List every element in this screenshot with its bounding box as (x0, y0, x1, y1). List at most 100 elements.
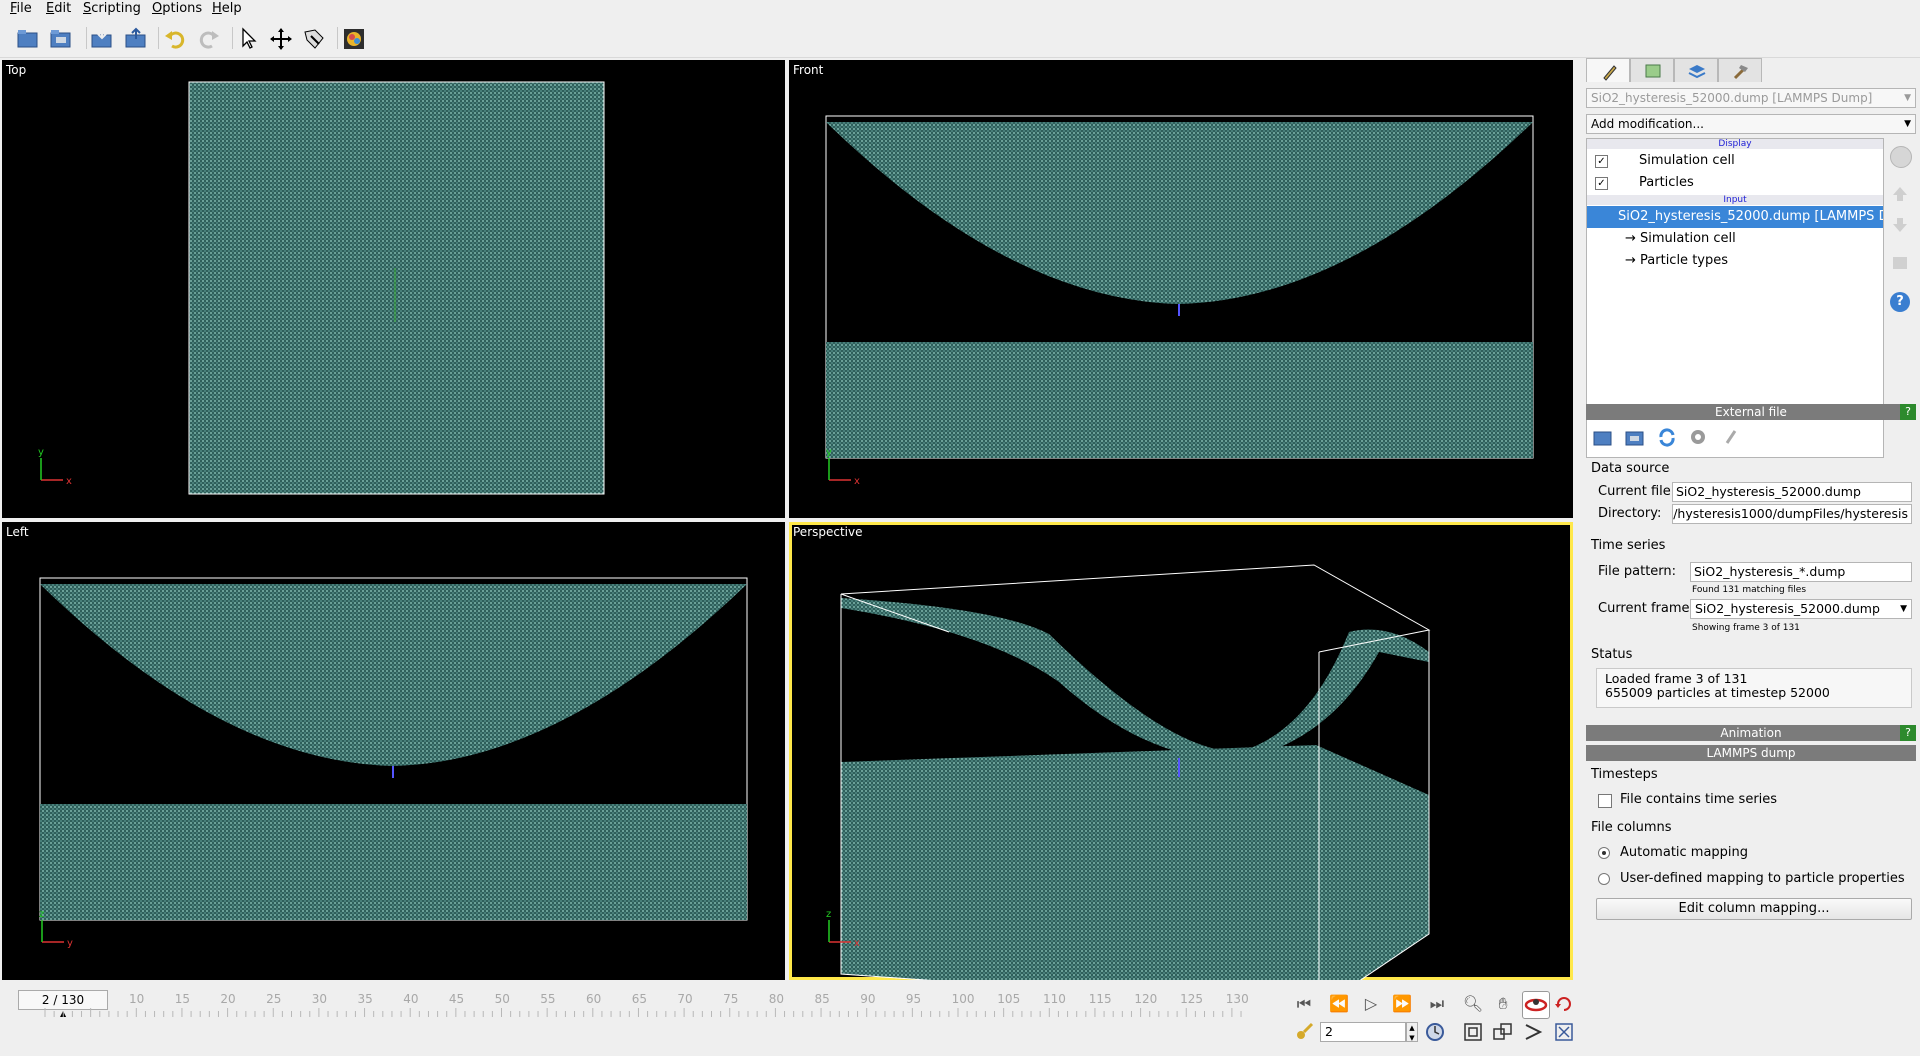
undo-icon[interactable] (162, 26, 188, 52)
status-line: Loaded frame 3 of 131 (1605, 671, 1748, 686)
current-frame-label: Current frame: (1598, 601, 1694, 616)
tick-label: 15 (174, 992, 190, 1006)
particle-slab (188, 81, 605, 495)
zoom-icon[interactable]: 🔍︎ (1462, 993, 1484, 1015)
command-panel: SiO2_hysteresis_52000.dump [LAMMPS Dump]… (1586, 58, 1920, 930)
status-box: Loaded frame 3 of 131 655009 particles a… (1596, 668, 1912, 708)
file-pattern-input[interactable]: SiO2_hysteresis_*.dump (1690, 562, 1912, 582)
axis-label: z (826, 909, 831, 920)
orbit-icon[interactable] (1522, 991, 1550, 1019)
menu-help[interactable]: Help (211, 0, 243, 18)
spinner-arrows-icon[interactable]: ▲ ▼ (1406, 1022, 1418, 1042)
lammps-dump-header: LAMMPS dump (1586, 745, 1916, 761)
current-frame-spinner[interactable]: 2 (1320, 1022, 1406, 1042)
animation-settings-icon[interactable] (1424, 1021, 1446, 1043)
move-up-icon[interactable] (1890, 184, 1910, 204)
time-series-checkbox[interactable] (1598, 794, 1612, 808)
time-series-label: Time series (1591, 538, 1666, 553)
play-icon[interactable]: ▷ (1360, 993, 1382, 1015)
viewport-perspective[interactable]: x z Perspective (789, 522, 1573, 980)
pencil-icon[interactable] (1586, 58, 1630, 82)
attach-icon[interactable] (1720, 426, 1742, 448)
add-modification-dropdown[interactable]: Add modification... ▼ (1586, 114, 1916, 134)
pick-mode-icon[interactable] (301, 26, 327, 52)
rollout-help-button[interactable]: ? (1900, 404, 1916, 420)
detect-pattern-icon[interactable] (1688, 426, 1710, 448)
auto-key-icon[interactable] (1293, 1021, 1315, 1043)
toolbar (0, 19, 1920, 58)
import-icon[interactable] (89, 26, 115, 52)
visibility-checkbox[interactable]: ✓ (1595, 155, 1608, 168)
zoom-scene-icon[interactable] (1492, 1021, 1514, 1043)
automatic-mapping-radio[interactable] (1598, 847, 1610, 859)
menu-bar: File Edit Scripting Options Help (0, 0, 1920, 18)
axis-label: x (66, 476, 72, 487)
indenter-particles (40, 584, 747, 766)
status-label: Status (1591, 647, 1633, 662)
layers-icon[interactable] (1674, 58, 1718, 82)
indenter-particles (826, 122, 1533, 304)
select-mode-icon[interactable] (236, 26, 262, 52)
make-independent-icon[interactable] (1890, 253, 1910, 273)
pick-remote-icon[interactable] (1624, 426, 1646, 448)
tick-label: 120 (1134, 992, 1158, 1006)
viewport-top[interactable]: x y Top (2, 60, 785, 518)
tick-label: 20 (220, 992, 236, 1006)
viewport-left[interactable]: y z Left (2, 522, 785, 980)
tick-label: 10 (129, 992, 145, 1006)
hammer-icon[interactable] (1718, 58, 1762, 82)
user-mapping-label: User-defined mapping to particle propert… (1620, 871, 1905, 886)
substrate-particles (40, 804, 747, 920)
tick-label: 35 (357, 992, 373, 1006)
pick-file-icon[interactable] (1592, 426, 1614, 448)
menu-file[interactable]: File (9, 0, 33, 18)
timeline-ruler[interactable]: 10 15 20 25 30 35 40 45 50 55 60 65 70 75 80 85 90 95 100 1… (0, 984, 1280, 1034)
current-file-field: SiO2_hysteresis_52000.dump (1672, 482, 1912, 502)
step-forward-icon[interactable]: ⏩ (1391, 993, 1413, 1015)
redo-icon[interactable] (196, 26, 222, 52)
file-pattern-label: File pattern: (1598, 564, 1677, 579)
timesteps-label: Timesteps (1591, 767, 1658, 782)
axis-label: y (38, 447, 44, 458)
tree-item-input-file[interactable]: SiO2_hysteresis_52000.dump [LAMMPS Dum (1587, 206, 1883, 228)
goto-end-icon[interactable]: ⏭ (1426, 993, 1448, 1015)
tick-label: 55 (540, 992, 556, 1006)
pick-orbit-center-icon[interactable] (1553, 993, 1575, 1015)
viewport-title: Top (6, 63, 27, 77)
move-down-icon[interactable] (1890, 215, 1910, 235)
pan-hand-icon[interactable]: ✋︎ (1492, 993, 1514, 1015)
step-back-icon[interactable]: ⏪ (1328, 993, 1350, 1015)
delete-icon[interactable] (1890, 146, 1912, 168)
export-icon[interactable] (123, 26, 149, 52)
visibility-checkbox[interactable]: ✓ (1595, 177, 1608, 190)
goto-start-icon[interactable]: ⏮ (1293, 993, 1315, 1015)
edit-column-mapping-button[interactable]: Edit column mapping... (1596, 898, 1912, 920)
maximize-viewport-icon[interactable] (1553, 1021, 1575, 1043)
tick-label: 60 (586, 992, 602, 1006)
help-icon[interactable]: ? (1890, 292, 1910, 312)
open-file-icon[interactable] (15, 26, 41, 52)
animation-timeline: 2 / 130 ▲ 101520253035404550556065707580… (0, 984, 1280, 1056)
viewport-front[interactable]: x y Front (789, 60, 1573, 518)
indenter-particles (841, 598, 1429, 761)
tree-item-particles[interactable]: ✓ Particles (1587, 172, 1883, 194)
tree-item-sub-simulation-cell[interactable]: → Simulation cell (1587, 228, 1883, 250)
load-remote-icon[interactable] (48, 26, 74, 52)
display-category: Display (1587, 139, 1883, 149)
user-mapping-radio[interactable] (1598, 873, 1610, 885)
menu-edit[interactable]: Edit (45, 0, 72, 18)
tree-item-simulation-cell[interactable]: ✓ Simulation cell (1587, 150, 1883, 172)
zoom-all-icon[interactable] (1462, 1021, 1484, 1043)
menu-scripting[interactable]: Scripting (82, 0, 142, 18)
menu-options[interactable]: Options (151, 0, 203, 18)
pipeline-selector[interactable]: SiO2_hysteresis_52000.dump [LAMMPS Dump]… (1586, 88, 1916, 108)
tree-item-particle-types[interactable]: → Particle types (1587, 250, 1883, 272)
reload-icon[interactable] (1656, 426, 1678, 448)
pan-mode-icon[interactable] (268, 26, 294, 52)
rollout-help-button[interactable]: ? (1900, 725, 1916, 741)
automatic-mapping-label: Automatic mapping (1620, 845, 1749, 860)
render-tab-icon[interactable] (1630, 58, 1674, 82)
current-frame-select[interactable]: SiO2_hysteresis_52000.dump ▼ (1690, 599, 1912, 619)
fov-icon[interactable] (1522, 1021, 1544, 1043)
render-icon[interactable] (341, 26, 367, 52)
